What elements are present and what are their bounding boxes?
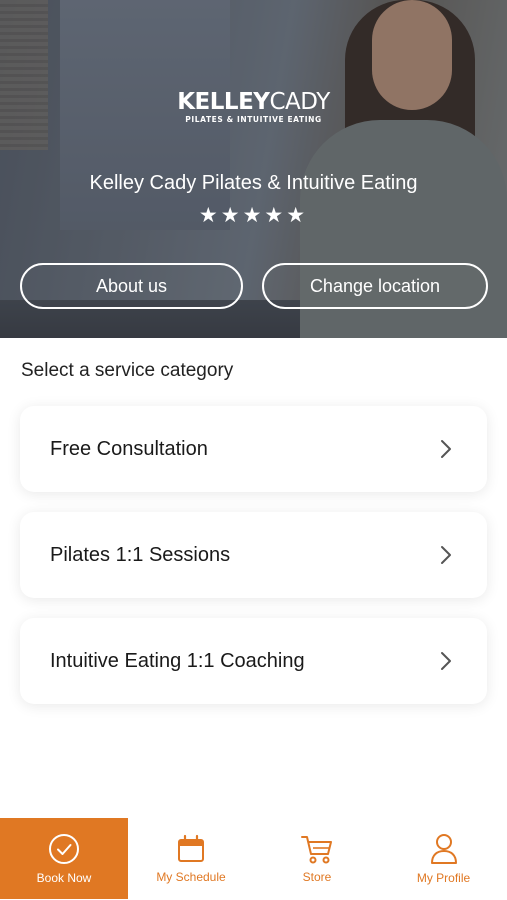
chevron-right-icon (425, 651, 467, 671)
tab-label: Store (302, 870, 332, 884)
service-item-intuitive-eating-coaching[interactable]: Intuitive Eating 1:1 Coaching (20, 618, 487, 704)
service-item-label: Pilates 1:1 Sessions (50, 543, 231, 566)
tab-book-now[interactable]: Book Now (0, 818, 128, 899)
service-item-label: Free Consultation (50, 437, 208, 460)
calendar-icon (178, 834, 204, 862)
tab-my-schedule[interactable]: My Schedule (128, 818, 254, 900)
change-location-label: Change location (309, 275, 441, 296)
tab-my-profile[interactable]: My Profile (380, 818, 507, 900)
studio-title: Kelley Cady Pilates & Intuitive Eating (89, 172, 418, 194)
logo-wordmark-bold: KELLEY (177, 89, 270, 115)
service-item-free-consultation[interactable]: Free Consultation (20, 406, 487, 492)
tab-label: My Profile (416, 871, 471, 885)
cart-icon (301, 836, 332, 864)
tab-label: Book Now (36, 870, 92, 885)
profile-icon (430, 834, 457, 864)
chevron-right-icon (425, 439, 467, 459)
brand-logo: KELLEYCADY PILATES & INTUITIVE EATING (0, 90, 507, 124)
about-us-button[interactable]: About us (20, 263, 243, 309)
service-item-pilates-sessions[interactable]: Pilates 1:1 Sessions (20, 512, 487, 598)
change-location-button[interactable]: Change location (262, 263, 488, 309)
tab-label: My Schedule (156, 870, 226, 884)
about-us-label: About us (95, 275, 168, 296)
rating-stars: ★★★★★ (198, 204, 309, 227)
tab-store[interactable]: Store (254, 818, 380, 900)
chevron-right-icon (425, 545, 467, 565)
logo-wordmark-thin: CADY (269, 89, 330, 115)
service-item-label: Intuitive Eating 1:1 Coaching (50, 649, 305, 672)
bottom-tab-bar: Book Now My Schedule Store My Profile (0, 818, 507, 900)
logo-wordmark: KELLEYCADY (0, 90, 507, 114)
check-circle-icon (49, 833, 79, 864)
service-category-heading: Select a service category (21, 360, 234, 381)
hero-banner: KELLEYCADY PILATES & INTUITIVE EATING Ke… (0, 0, 507, 338)
logo-tagline: PILATES & INTUITIVE EATING (185, 115, 322, 124)
